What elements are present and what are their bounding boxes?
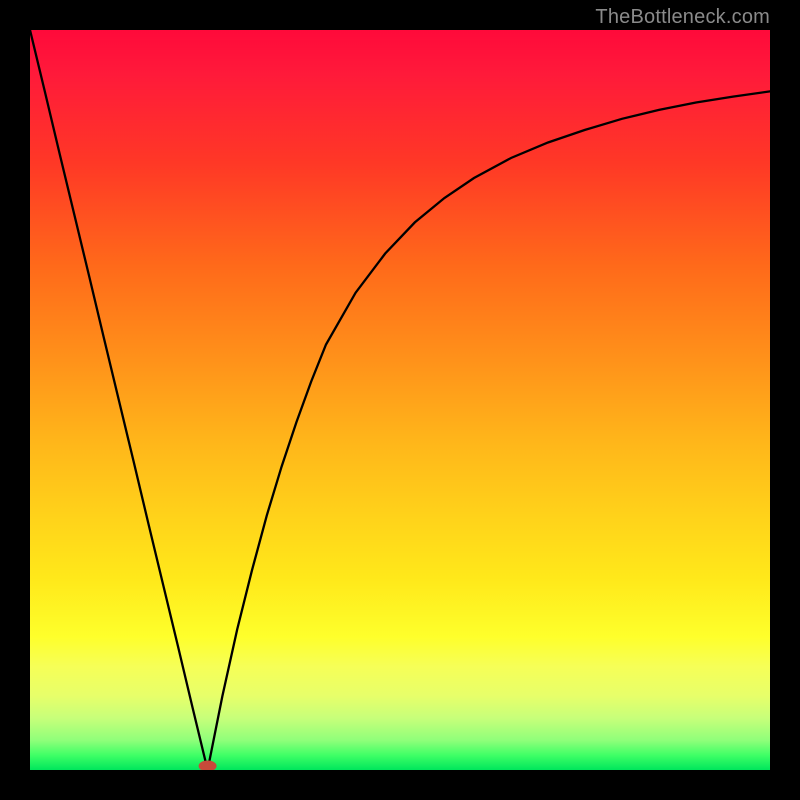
optimal-point-marker [199, 761, 217, 771]
plot-area [30, 30, 770, 770]
watermark-text: TheBottleneck.com [595, 6, 770, 29]
chart-frame: TheBottleneck.com [0, 0, 800, 800]
curve-layer [30, 30, 770, 770]
bottleneck-curve [30, 30, 770, 770]
